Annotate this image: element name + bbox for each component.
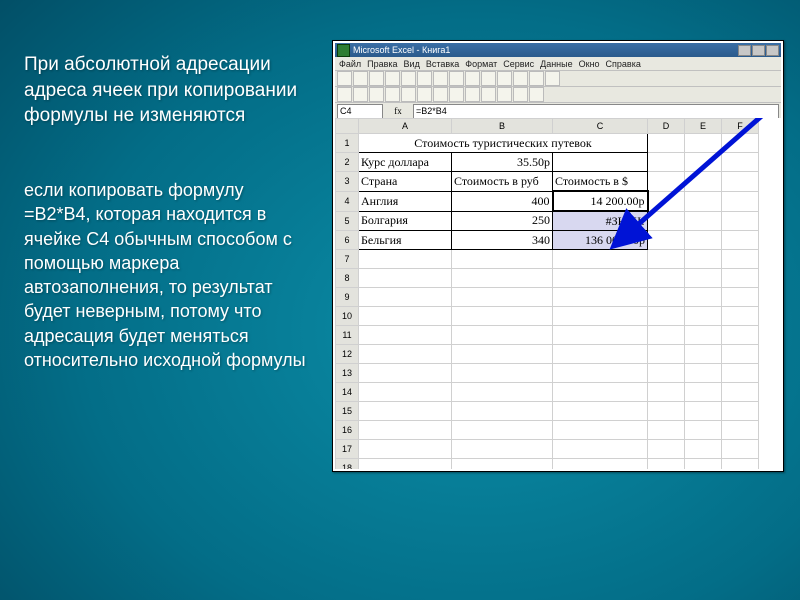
toolbar-button[interactable] [449,87,464,102]
menu-item[interactable]: Файл [339,59,361,69]
toolbar-button[interactable] [481,87,496,102]
toolbar-button[interactable] [497,71,512,86]
toolbar-button[interactable] [449,71,464,86]
toolbar-button[interactable] [369,71,384,86]
toolbar-button[interactable] [433,71,448,86]
toolbar-button[interactable] [481,71,496,86]
maximize-button[interactable] [752,45,765,56]
slide: При абсолютной адресации адреса ячеек пр… [0,0,800,600]
menu-item[interactable]: Сервис [503,59,534,69]
toolbar-button[interactable] [417,87,432,102]
toolbar-button[interactable] [545,71,560,86]
toolbar-button[interactable] [369,87,384,102]
menu-item[interactable]: Формат [465,59,497,69]
formula-input[interactable]: =B2*B4 [413,104,779,119]
toolbar-button[interactable] [337,71,352,86]
menu-item[interactable]: Окно [579,59,600,69]
toolbar-button[interactable] [353,87,368,102]
toolbar-button[interactable] [433,87,448,102]
menu-item[interactable]: Данные [540,59,573,69]
toolbar-button[interactable] [513,71,528,86]
toolbar-button[interactable] [497,87,512,102]
toolbar-button[interactable] [337,87,352,102]
toolbar-1 [335,71,781,87]
toolbar-button[interactable] [401,71,416,86]
toolbar-2 [335,87,781,103]
close-button[interactable] [766,45,779,56]
fx-icon[interactable]: fx [383,106,413,116]
toolbar-button[interactable] [513,87,528,102]
toolbar-button[interactable] [353,71,368,86]
toolbar-button[interactable] [385,71,400,86]
window-titlebar: Microsoft Excel - Книга1 [335,43,781,57]
minimize-button[interactable] [738,45,751,56]
toolbar-button[interactable] [385,87,400,102]
menu-item[interactable]: Вставка [426,59,459,69]
toolbar-button[interactable] [401,87,416,102]
toolbar-button[interactable] [417,71,432,86]
toolbar-button[interactable] [465,71,480,86]
toolbar-button[interactable] [529,71,544,86]
menu-item[interactable]: Правка [367,59,397,69]
window-title: Microsoft Excel - Книга1 [353,45,737,55]
paragraph-1: При абсолютной адресации адреса ячеек пр… [24,52,304,129]
menu-item[interactable]: Вид [404,59,420,69]
worksheet[interactable]: ABCDEF1Стоимость туристических путевок2К… [335,118,781,469]
menu-item[interactable]: Справка [606,59,641,69]
excel-screenshot: Microsoft Excel - Книга1 Файл Правка Вид… [332,40,784,472]
excel-app-icon [337,44,350,57]
toolbar-button[interactable] [465,87,480,102]
paragraph-2: если копировать формулу =B2*B4, которая … [24,178,314,372]
menu-bar[interactable]: Файл Правка Вид Вставка Формат Сервис Да… [335,57,781,71]
name-box[interactable]: C4 [337,104,383,119]
toolbar-button[interactable] [529,87,544,102]
